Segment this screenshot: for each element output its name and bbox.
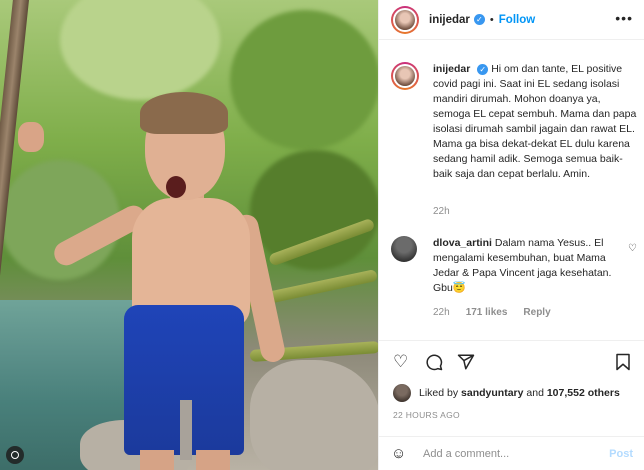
comment: dlova_artini Dalam nama Yesus.. El menga… [391, 236, 639, 296]
avatar[interactable] [391, 5, 419, 34]
heart-icon[interactable]: ♡ [393, 353, 408, 371]
comment-meta: 22h 171 likes Reply [433, 307, 551, 318]
post-photo[interactable] [0, 0, 378, 470]
caption-text: inijedar ✓ Hi om dan tante, EL positive … [433, 62, 639, 182]
add-comment-bar: ☺ Post [379, 436, 644, 470]
liked-by: Liked by sandyuntary and 107,552 others [393, 384, 620, 402]
hair [140, 92, 228, 134]
username[interactable]: inijedar [429, 14, 470, 26]
liked-user[interactable]: sandyuntary [461, 387, 523, 399]
posted-ago[interactable]: 22 HOURS AGO [393, 410, 460, 420]
mouth [166, 176, 186, 198]
comment-likes[interactable]: 171 likes [466, 307, 508, 318]
caption-time[interactable]: 22h [433, 206, 450, 217]
avatar[interactable] [393, 384, 411, 402]
post-header: inijedar ✓ • Follow ••• [379, 0, 644, 40]
liked-prefix: Liked by [419, 387, 459, 399]
comment-input[interactable] [423, 447, 610, 460]
leg-gap [180, 400, 192, 460]
liked-and: and [526, 387, 544, 399]
post-panel: inijedar ✓ • Follow ••• inijedar ✓ Hi om… [378, 0, 644, 470]
avatar[interactable] [391, 62, 419, 90]
caption-body: Hi om dan tante, EL positive covid pagi … [433, 63, 637, 180]
action-bar: ♡ [379, 340, 644, 380]
stick [0, 0, 30, 470]
verified-badge-icon: ✓ [477, 63, 489, 75]
likes-count[interactable]: 107,552 others [547, 387, 620, 399]
caption: inijedar ✓ Hi om dan tante, EL positive … [391, 62, 639, 182]
follow-button[interactable]: Follow [499, 14, 535, 26]
avatar[interactable] [391, 236, 417, 262]
hand [18, 122, 44, 152]
caption-username[interactable]: inijedar [433, 63, 470, 75]
child-figure [0, 0, 378, 470]
comment-text: dlova_artini Dalam nama Yesus.. El menga… [433, 236, 629, 296]
share-icon[interactable] [457, 353, 475, 375]
leg [140, 450, 174, 470]
bookmark-icon[interactable] [615, 353, 631, 375]
tagged-user-icon[interactable] [6, 446, 24, 464]
separator: • [489, 13, 494, 26]
emoji-icon[interactable]: ☺ [391, 445, 411, 462]
reply-button[interactable]: Reply [523, 307, 550, 318]
comments-area[interactable]: inijedar ✓ Hi om dan tante, EL positive … [379, 40, 644, 340]
post-button[interactable]: Post [609, 448, 633, 460]
leg [196, 450, 230, 470]
more-options-icon[interactable]: ••• [615, 10, 633, 26]
verified-badge-icon: ✓ [473, 14, 485, 25]
comment-time[interactable]: 22h [433, 307, 450, 318]
comment-like-heart-icon[interactable]: ♡ [628, 243, 637, 254]
comment-username[interactable]: dlova_artini [433, 237, 492, 249]
comment-icon[interactable] [425, 353, 443, 375]
